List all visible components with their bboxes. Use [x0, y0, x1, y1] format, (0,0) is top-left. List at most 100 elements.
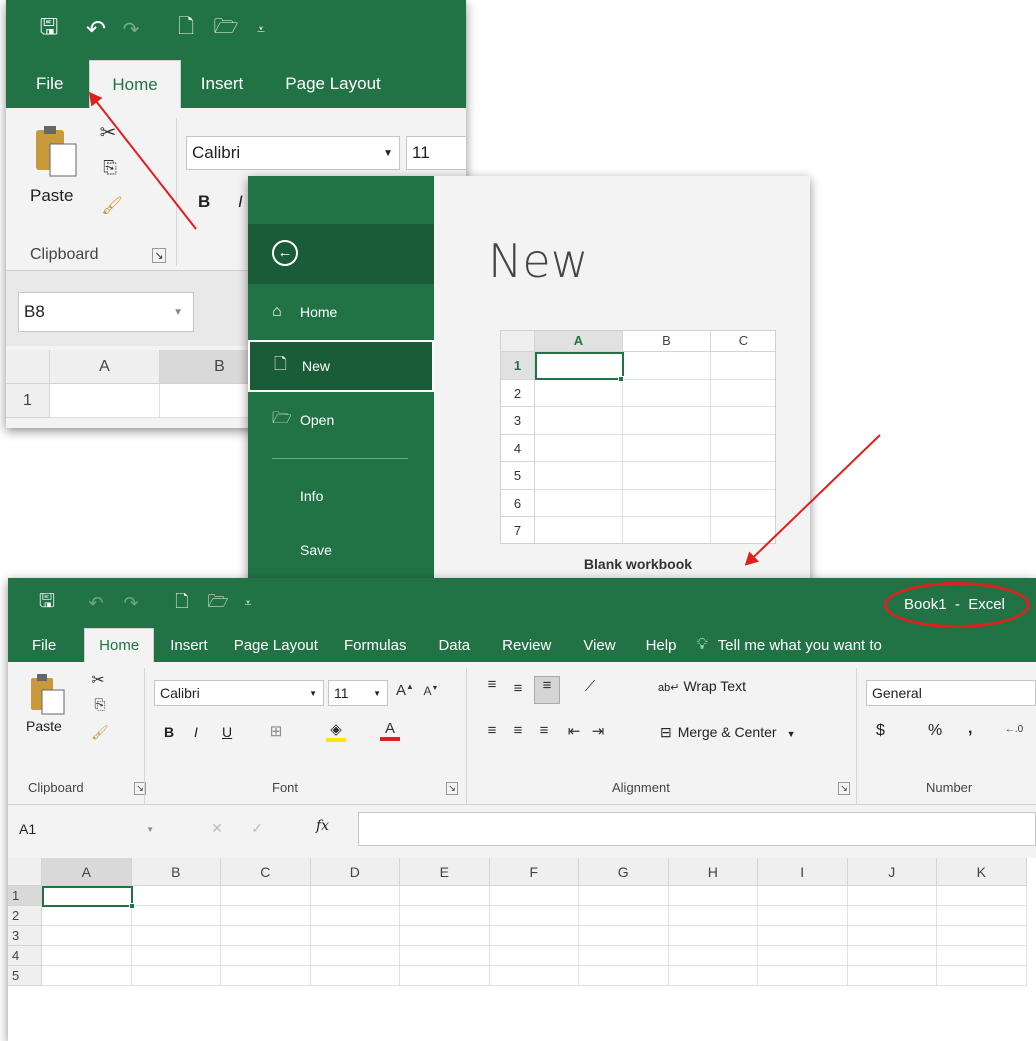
cell-j5[interactable] [847, 966, 937, 986]
tab-page-layout[interactable]: Page Layout [224, 628, 328, 662]
cell-f5[interactable] [489, 966, 579, 986]
select-all-corner[interactable] [8, 858, 42, 886]
cell-a5[interactable] [42, 966, 132, 986]
cell-b3[interactable] [131, 926, 221, 946]
column-header-f[interactable]: F [489, 858, 579, 886]
cell-c4[interactable] [221, 946, 311, 966]
cell-h2[interactable] [668, 906, 758, 926]
merge-center-button[interactable]: ⊟ Merge & Center ▼ [660, 724, 795, 741]
cell-j4[interactable] [847, 946, 937, 966]
save-icon[interactable]: 🖫 [34, 587, 60, 619]
align-top-icon[interactable]: ≡ [482, 676, 502, 693]
row-header-1[interactable]: 1 [8, 886, 42, 906]
cell-k1[interactable] [937, 886, 1027, 906]
font-launcher-icon[interactable]: ↘ [446, 782, 458, 795]
cell-i5[interactable] [758, 966, 848, 986]
tab-insert[interactable]: Insert [187, 60, 258, 108]
underline-button[interactable]: U [222, 724, 232, 740]
tab-help[interactable]: Help [632, 628, 691, 662]
redo-icon[interactable]: ↷ [116, 17, 146, 42]
new-file-icon[interactable]: 🗋 [166, 12, 206, 46]
cell-b5[interactable] [131, 966, 221, 986]
cell-f2[interactable] [489, 906, 579, 926]
cut-icon[interactable]: ✂ [96, 120, 120, 145]
customize-qat-icon[interactable]: ⩡ [236, 596, 260, 611]
save-icon[interactable]: 🖫 [34, 10, 64, 48]
cell-c1[interactable] [221, 886, 311, 906]
clipboard-launcher-icon[interactable]: ↘ [152, 248, 166, 263]
percent-button[interactable]: % [928, 722, 942, 740]
cell-i3[interactable] [758, 926, 848, 946]
copy-icon[interactable]: ⎘ [90, 696, 110, 713]
decrease-font-icon[interactable]: A▼ [420, 684, 442, 698]
bold-button[interactable]: B [164, 724, 174, 740]
decrease-indent-icon[interactable]: ⇤ [564, 722, 584, 740]
align-center-icon[interactable]: ≡ [508, 722, 528, 739]
cell-e4[interactable] [400, 946, 490, 966]
paste-label[interactable]: Paste [30, 186, 73, 206]
row-header-2[interactable]: 2 [8, 906, 42, 926]
italic-button[interactable]: I [238, 192, 243, 212]
cell-k3[interactable] [937, 926, 1027, 946]
undo-icon[interactable]: ↶ [76, 593, 116, 614]
align-left-icon[interactable]: ≡ [482, 722, 502, 739]
cell-i2[interactable] [758, 906, 848, 926]
cell-b1[interactable] [131, 886, 221, 906]
cell-c3[interactable] [221, 926, 311, 946]
tab-file[interactable]: File [22, 628, 66, 662]
back-button[interactable]: ← [248, 224, 434, 284]
cell-a4[interactable] [42, 946, 132, 966]
column-header-j[interactable]: J [847, 858, 937, 886]
customize-qat-icon[interactable]: ⩡ [246, 21, 276, 38]
column-header-a[interactable]: A [50, 350, 160, 384]
cell-k5[interactable] [937, 966, 1027, 986]
column-header-k[interactable]: K [937, 858, 1027, 886]
backstage-item-home[interactable]: ⌂ Home [248, 286, 434, 338]
cell-f3[interactable] [489, 926, 579, 946]
paste-icon[interactable] [32, 122, 78, 180]
cell-b2[interactable] [131, 906, 221, 926]
cell-c5[interactable] [221, 966, 311, 986]
cell-a2[interactable] [42, 906, 132, 926]
column-header-i[interactable]: I [758, 858, 848, 886]
cell-i1[interactable] [758, 886, 848, 906]
column-header-e[interactable]: E [400, 858, 490, 886]
borders-icon[interactable]: ⊞ [266, 722, 286, 740]
blank-workbook-template[interactable]: A B C 1234567 [500, 330, 776, 544]
formula-input[interactable] [358, 812, 1036, 846]
column-header-c[interactable]: C [221, 858, 311, 886]
corner-cell[interactable] [6, 350, 50, 384]
wrap-text-button[interactable]: ab↵ Wrap Text [658, 678, 746, 694]
cell-k2[interactable] [937, 906, 1027, 926]
font-name-select[interactable]: Calibri ▼ [186, 136, 400, 170]
format-painter-icon[interactable]: 🖌 [90, 724, 110, 741]
column-header-a[interactable]: A [42, 858, 132, 886]
open-folder-icon[interactable]: 🗁 [200, 589, 236, 618]
cell-g2[interactable] [579, 906, 669, 926]
tab-view[interactable]: View [567, 628, 631, 662]
increase-font-icon[interactable]: A▲ [394, 682, 416, 699]
paste-label[interactable]: Paste [26, 718, 62, 734]
new-file-icon[interactable]: 🗋 [164, 589, 200, 618]
column-header-g[interactable]: G [579, 858, 669, 886]
font-name-select[interactable]: Calibri ▼ [154, 680, 324, 706]
undo-icon[interactable]: ↶ [76, 15, 116, 44]
paste-icon[interactable] [28, 672, 66, 716]
tab-data[interactable]: Data [422, 628, 486, 662]
row-header-3[interactable]: 3 [8, 926, 42, 946]
font-color-icon[interactable]: A [380, 720, 400, 741]
currency-button[interactable]: $ [876, 722, 885, 740]
copy-icon[interactable]: ⎘ [98, 158, 122, 178]
column-header-b[interactable]: B [131, 858, 221, 886]
font-size-select[interactable]: 11 ▼ [328, 680, 388, 706]
increase-decimal-icon[interactable]: ←.0 [1000, 724, 1028, 735]
cell-b4[interactable] [131, 946, 221, 966]
cell-h1[interactable] [668, 886, 758, 906]
insert-function-button[interactable]: fx [316, 818, 329, 834]
orientation-icon[interactable]: ⟋ [576, 678, 604, 695]
tab-insert[interactable]: Insert [154, 628, 224, 662]
cell-f1[interactable] [489, 886, 579, 906]
tab-file[interactable]: File [22, 60, 77, 108]
fill-color-icon[interactable]: ◈ [326, 720, 346, 742]
cell-e1[interactable] [400, 886, 490, 906]
